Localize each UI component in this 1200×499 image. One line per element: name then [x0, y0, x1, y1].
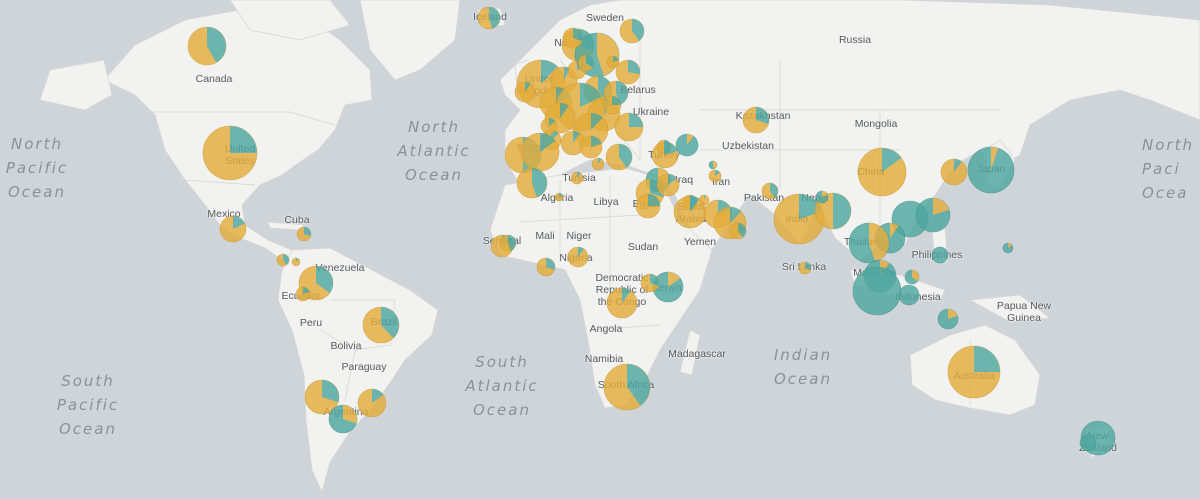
pie-marker[interactable]	[520, 132, 560, 172]
pie-marker[interactable]	[656, 173, 680, 197]
pie-marker[interactable]	[187, 26, 227, 66]
pie-marker[interactable]	[852, 266, 902, 316]
pie-marker[interactable]	[536, 257, 556, 277]
pie-marker[interactable]	[815, 190, 829, 204]
pie-marker[interactable]	[708, 160, 718, 170]
pie-marker[interactable]	[931, 246, 949, 264]
pie-marker[interactable]	[328, 404, 358, 434]
pie-marker[interactable]	[602, 95, 622, 115]
pie-marker[interactable]	[362, 306, 400, 344]
pie-marker[interactable]	[295, 286, 311, 302]
pie-marker[interactable]	[904, 269, 920, 285]
pie-slice	[628, 60, 641, 75]
pie-marker[interactable]	[898, 284, 920, 306]
pie-marker[interactable]	[514, 81, 536, 103]
pie-marker-base	[852, 266, 902, 316]
pie-marker[interactable]	[656, 139, 672, 155]
pie-marker[interactable]	[729, 222, 747, 240]
pie-marker-base	[898, 284, 920, 306]
pie-marker[interactable]	[570, 171, 584, 185]
pie-marker[interactable]	[635, 193, 661, 219]
pie-marker[interactable]	[606, 287, 638, 319]
pie-slice	[974, 346, 1000, 372]
pie-marker[interactable]	[276, 253, 290, 267]
pie-marker[interactable]	[937, 308, 959, 330]
pie-marker[interactable]	[915, 197, 951, 233]
pie-marker[interactable]	[773, 193, 825, 245]
pie-slice	[629, 113, 643, 127]
pie-marker[interactable]	[577, 54, 595, 72]
pie-marker[interactable]	[357, 388, 387, 418]
pie-marker[interactable]	[940, 158, 968, 186]
pie-marker[interactable]	[640, 273, 660, 293]
pie-marker[interactable]	[516, 167, 548, 199]
world-map[interactable]: North Pacific Ocean North Atlantic Ocean…	[0, 0, 1200, 499]
pie-marker[interactable]	[1002, 242, 1014, 254]
pie-marker[interactable]	[591, 157, 605, 171]
pie-marker[interactable]	[761, 182, 779, 200]
pie-marker[interactable]	[848, 222, 890, 264]
pie-markers[interactable]	[0, 0, 1200, 499]
pie-marker[interactable]	[202, 125, 258, 181]
pie-marker[interactable]	[605, 143, 633, 171]
pie-marker[interactable]	[579, 135, 603, 159]
pie-marker[interactable]	[742, 106, 770, 134]
pie-marker[interactable]	[614, 112, 644, 142]
pie-marker[interactable]	[619, 18, 645, 44]
pie-marker[interactable]	[477, 6, 501, 30]
pie-marker[interactable]	[606, 55, 620, 69]
pie-marker[interactable]	[798, 261, 812, 275]
pie-marker[interactable]	[615, 59, 641, 85]
pie-marker[interactable]	[967, 146, 1015, 194]
pie-marker[interactable]	[219, 215, 247, 243]
pie-marker[interactable]	[499, 234, 517, 252]
pie-marker[interactable]	[603, 363, 651, 411]
pie-slice	[230, 126, 257, 153]
pie-marker-base	[1079, 434, 1097, 452]
pie-marker[interactable]	[291, 257, 301, 267]
pie-marker[interactable]	[567, 246, 589, 268]
pie-marker[interactable]	[947, 345, 1001, 399]
pie-marker[interactable]	[296, 226, 312, 242]
pie-marker[interactable]	[857, 147, 907, 197]
pie-marker[interactable]	[540, 117, 558, 135]
pie-slice	[833, 193, 851, 229]
pie-marker[interactable]	[1079, 434, 1097, 452]
pie-marker[interactable]	[675, 133, 699, 157]
pie-marker[interactable]	[673, 195, 707, 229]
pie-marker[interactable]	[562, 27, 584, 49]
pie-marker[interactable]	[708, 169, 722, 183]
pie-marker-base	[931, 246, 949, 264]
pie-marker[interactable]	[554, 192, 564, 202]
